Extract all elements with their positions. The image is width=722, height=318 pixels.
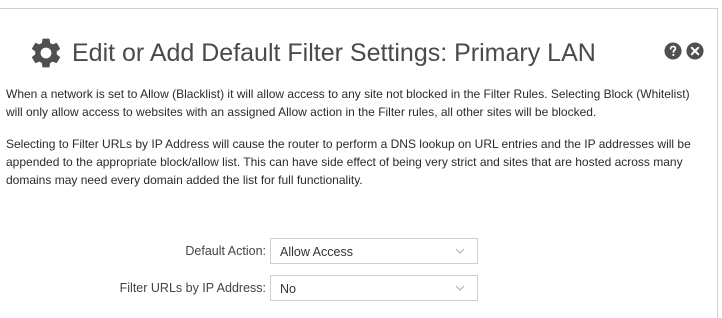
dialog-header: Edit or Add Default Filter Settings: Pri…	[28, 35, 717, 75]
filter-by-ip-description: Selecting to Filter URLs by IP Address w…	[6, 137, 691, 187]
close-icon[interactable]	[686, 42, 704, 60]
filter-by-ip-select[interactable]: No	[270, 275, 478, 301]
dialog-title: Edit or Add Default Filter Settings: Pri…	[72, 39, 596, 67]
chevron-down-icon	[455, 285, 465, 291]
default-action-label: Default Action:	[185, 244, 266, 258]
help-icon[interactable]	[664, 42, 682, 60]
filter-settings-dialog: Edit or Add Default Filter Settings: Pri…	[0, 8, 718, 318]
filter-by-ip-value: No	[280, 282, 296, 296]
dialog-body: When a network is set to Allow (Blacklis…	[6, 85, 706, 189]
filter-by-ip-label: Filter URLs by IP Address:	[119, 281, 266, 295]
blacklist-whitelist-description: When a network is set to Allow (Blacklis…	[6, 87, 690, 119]
chevron-down-icon	[455, 248, 465, 254]
default-action-select[interactable]: Allow Access	[270, 238, 478, 264]
default-action-value: Allow Access	[280, 245, 353, 259]
gear-icon	[31, 38, 61, 68]
